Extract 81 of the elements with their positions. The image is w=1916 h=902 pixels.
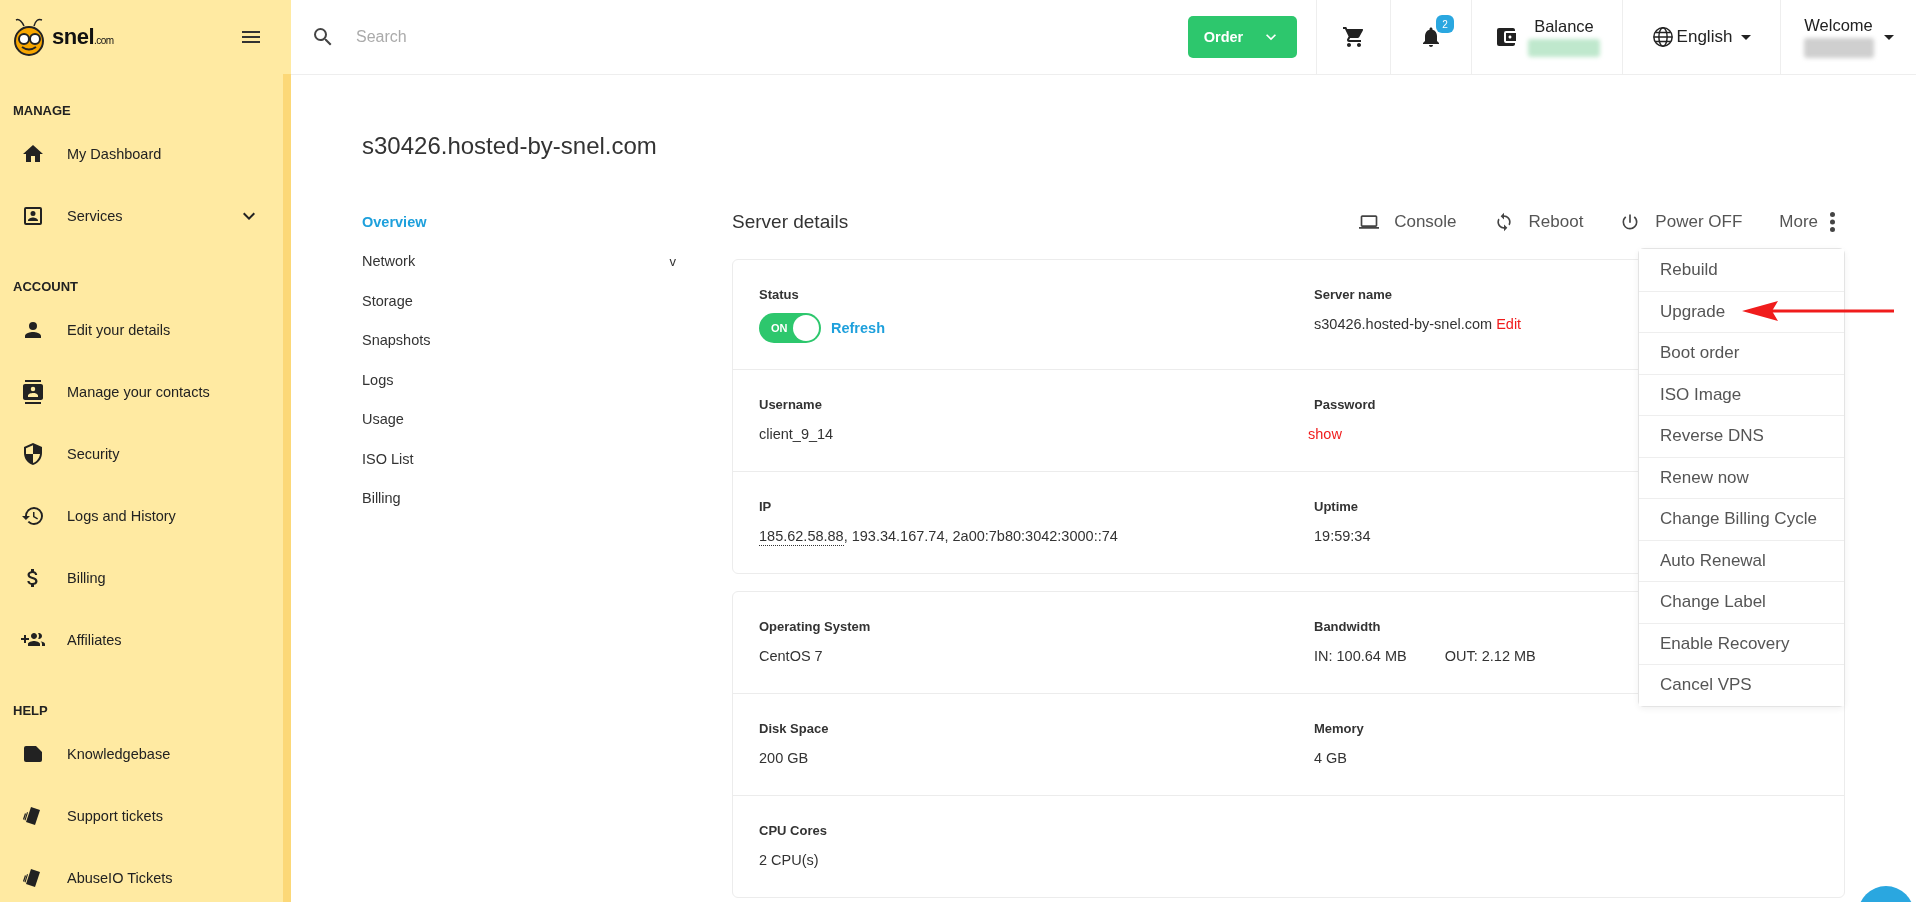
menu-item[interactable]: Rebuild [1639, 249, 1844, 291]
sidebar-item[interactable]: Security [0, 423, 283, 485]
menu-item[interactable]: Reverse DNS [1639, 415, 1844, 457]
text-link[interactable]: show [1308, 423, 1342, 445]
field-value: 185.62.58.88 [759, 526, 844, 546]
field-label: Server name [1314, 286, 1393, 304]
text-link[interactable]: Edit [1496, 313, 1522, 335]
field-value: OUT: 2.12 MB [1444, 647, 1536, 666]
menu-item[interactable]: Cancel VPS [1639, 664, 1844, 706]
field-label: Memory [1314, 720, 1364, 738]
action-button[interactable]: Console [1359, 212, 1457, 232]
section-heading: HELP [12, 702, 49, 720]
field-value: 2 CPU(s) [759, 851, 819, 870]
globe-icon [1651, 26, 1674, 48]
language-selector[interactable]: English [1622, 0, 1780, 74]
section-heading: MANAGE [12, 102, 72, 120]
field-label: Bandwidth [1314, 618, 1381, 636]
balance-label: Balance [1534, 17, 1594, 36]
sidebar-item[interactable]: Logs and History [0, 485, 283, 547]
field-value: client_9_14 [759, 425, 834, 444]
search-field[interactable]: Search [354, 27, 758, 47]
field-label: Operating System [759, 618, 871, 636]
field-value: CentOS 7 [759, 647, 823, 666]
field-label: Password [1314, 396, 1376, 414]
blurred-value [1528, 39, 1600, 57]
sidebar-item[interactable]: Billing [0, 547, 283, 609]
field-label: Username [759, 396, 822, 414]
field-label: Status [759, 286, 799, 304]
laptop-icon [1359, 212, 1380, 232]
field-label: CPU Cores [759, 822, 827, 840]
field-value: 4 GB [1314, 749, 1348, 768]
sidebar-item[interactable]: My Dashboard [0, 123, 283, 185]
sidebar-item[interactable]: Manage your contacts [0, 361, 283, 423]
brand-name: snel.com [52, 24, 114, 50]
sidebar-item[interactable]: Knowledgebase [0, 723, 283, 785]
section-title: Server details [732, 211, 849, 233]
expand-toggle[interactable]: v [669, 253, 676, 269]
blurred-value [1803, 38, 1874, 58]
field-label: Disk Space [759, 720, 829, 738]
subnav-tab[interactable]: Snapshots [362, 320, 676, 360]
person-card-icon [21, 204, 45, 228]
kebab-icon [1830, 212, 1835, 232]
field-value: IN: 100.64 MB [1314, 647, 1407, 666]
caret-icon [1883, 34, 1894, 40]
menu-item[interactable]: Boot order [1639, 332, 1844, 374]
menu-item[interactable]: Renew now [1639, 456, 1844, 498]
history-icon [21, 504, 45, 528]
notification-badge: 2 [1436, 15, 1454, 33]
field-value: , 193.34.167.74, 2a00:7b80:3042:3000::74 [843, 527, 1118, 546]
page-title: s30426.hosted-by-snel.com [362, 132, 658, 160]
cart-icon [1341, 25, 1366, 49]
field-value: 200 GB [759, 749, 809, 768]
field-value: s30426.hosted-by-snel.com [1314, 315, 1493, 334]
shield-icon [21, 442, 45, 466]
subnav-tab[interactable]: Usage [362, 399, 676, 439]
sidebar-item[interactable]: Support tickets [0, 785, 283, 847]
field-label: Uptime [1314, 498, 1359, 516]
menu-item[interactable]: ISO Image [1639, 373, 1844, 415]
sidebar-item[interactable]: Edit your details [0, 299, 283, 361]
more-button[interactable]: More [1779, 212, 1845, 232]
sidebar-item[interactable]: Affiliates [0, 609, 283, 671]
subnav-tab[interactable]: Storage [362, 281, 676, 321]
wallet-icon [1494, 25, 1518, 49]
action-button[interactable]: Reboot [1493, 212, 1584, 232]
menu-item[interactable]: Auto Renewal [1639, 539, 1844, 581]
menu-item[interactable]: Enable Recovery [1639, 622, 1844, 664]
action-button[interactable]: Power OFF [1620, 212, 1743, 232]
subnav-tab[interactable]: Billing [362, 478, 676, 518]
menu-item[interactable]: Change Billing Cycle [1639, 498, 1844, 540]
menu-item[interactable]: Change Label [1639, 581, 1844, 623]
sidebar-item[interactable]: AbuseIO Tickets [0, 847, 283, 902]
contacts-icon [21, 380, 45, 404]
field-value: 19:59:34 [1314, 527, 1371, 546]
field-label: IP [759, 498, 772, 516]
welcome-label: Welcome [1804, 16, 1873, 35]
caret-icon [1741, 34, 1752, 40]
subnav-tab[interactable]: ISO List [362, 439, 676, 479]
subnav-tab[interactable]: Network v [362, 241, 676, 281]
subnav-tab[interactable]: Logs [362, 360, 676, 400]
section-heading: ACCOUNT [12, 278, 79, 296]
sidebar-item[interactable]: Services [0, 185, 283, 247]
